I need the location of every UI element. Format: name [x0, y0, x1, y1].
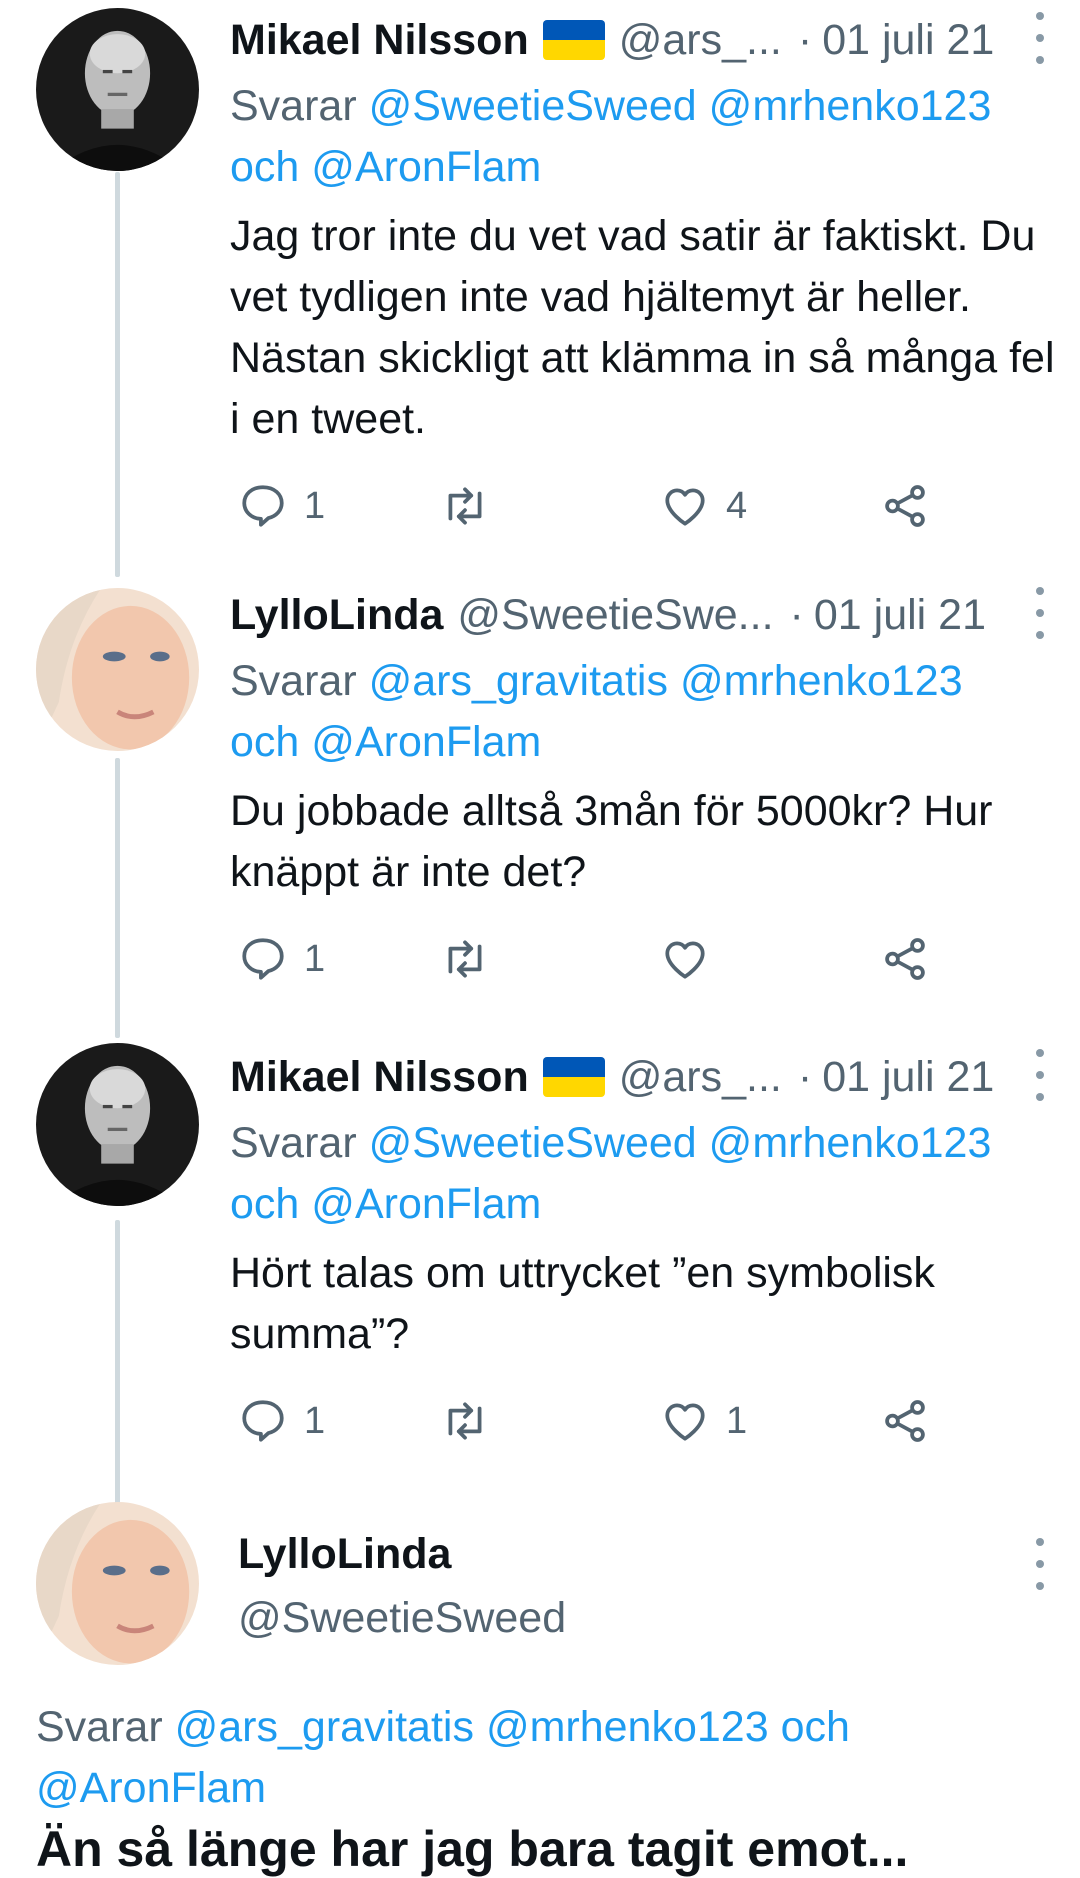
- retweet-icon: [448, 487, 482, 525]
- avatar-man-image: [36, 1043, 199, 1206]
- share-icon: [885, 938, 925, 980]
- share-button[interactable]: [880, 929, 930, 989]
- tweet[interactable]: Mikael Nilsson @ars_... · 01 juli 21 Sva…: [0, 1037, 1080, 1507]
- reply-button[interactable]: 1: [238, 476, 325, 536]
- reply-context: Svarar @SweetieSweed @mrhenko123 och @Ar…: [230, 76, 1060, 198]
- reply-count: 1: [304, 937, 326, 980]
- author-handle[interactable]: @ars_...: [619, 16, 782, 65]
- reply-icon: [242, 1400, 284, 1442]
- more-icon[interactable]: [1028, 1538, 1052, 1590]
- like-button[interactable]: [660, 929, 726, 989]
- share-button[interactable]: [880, 1391, 930, 1451]
- retweet-button[interactable]: [440, 1391, 506, 1451]
- tweet-text: Hört talas om uttrycket ”en symbolisk su…: [230, 1249, 935, 1358]
- mention-link[interactable]: @mrhenko123: [709, 82, 992, 130]
- mention-link[interactable]: @mrhenko123: [709, 1119, 992, 1167]
- reply-prefix: Svarar: [230, 657, 357, 705]
- more-icon[interactable]: [1028, 1049, 1052, 1101]
- mention-link[interactable]: @AronFlam: [311, 1180, 541, 1228]
- separator-dot: ·: [789, 590, 804, 639]
- mention-link[interactable]: @AronFlam: [36, 1764, 266, 1812]
- mention-link[interactable]: @mrhenko123: [486, 1703, 769, 1751]
- mention-link[interactable]: @SweetieSweed: [369, 1119, 697, 1167]
- ukraine-flag-icon: [542, 1057, 605, 1097]
- avatar-man-image: [36, 8, 199, 171]
- and-word: och: [230, 143, 300, 191]
- action-bar: 1 4: [230, 476, 1060, 536]
- author-handle[interactable]: @ars_...: [619, 1053, 782, 1102]
- author-handle[interactable]: @SweetieSwe...: [457, 591, 773, 640]
- avatar-woman-image: [36, 1502, 199, 1665]
- reply-context: Svarar @ars_gravitatis @mrhenko123 och @…: [36, 1697, 1050, 1819]
- mention-link[interactable]: @AronFlam: [311, 718, 541, 766]
- avatar[interactable]: [36, 1043, 199, 1206]
- mention-link[interactable]: @ars_gravitatis: [175, 1703, 474, 1751]
- reply-count: 1: [304, 484, 326, 527]
- ukraine-flag-icon: [542, 20, 605, 60]
- share-icon: [885, 485, 925, 527]
- action-bar: 1 1: [230, 1391, 1060, 1451]
- and-word: och: [230, 1180, 300, 1228]
- reply-button[interactable]: 1: [238, 929, 325, 989]
- avatar[interactable]: [36, 8, 199, 171]
- tweet-text: Jag tror inte du vet vad satir är faktis…: [230, 212, 1055, 443]
- like-icon: [665, 941, 705, 979]
- reply-button[interactable]: 1: [238, 1391, 325, 1451]
- reply-prefix: Svarar: [230, 1119, 357, 1167]
- share-icon: [885, 1400, 925, 1442]
- and-word: och: [230, 718, 300, 766]
- reply-prefix: Svarar: [36, 1703, 163, 1751]
- author-name[interactable]: LylloLinda: [230, 591, 443, 640]
- avatar[interactable]: [36, 588, 199, 751]
- author-name[interactable]: Mikael Nilsson: [230, 16, 529, 65]
- retweet-button[interactable]: [440, 929, 506, 989]
- reply-icon: [242, 485, 284, 527]
- tweet-date[interactable]: 01 juli 21: [814, 591, 986, 640]
- more-icon[interactable]: [1028, 12, 1052, 64]
- separator-dot: ·: [797, 15, 813, 64]
- like-icon: [665, 1403, 705, 1441]
- like-button[interactable]: 1: [660, 1391, 747, 1451]
- tweet[interactable]: Mikael Nilsson @ars_... · 01 juli 21 Sva…: [0, 0, 1080, 570]
- retweet-icon: [448, 1402, 482, 1440]
- like-icon: [665, 488, 705, 526]
- tweet[interactable]: LylloLinda @SweetieSwe... · 01 juli 21 S…: [0, 575, 1080, 1025]
- reply-icon: [242, 938, 284, 980]
- reply-context: Svarar @ars_gravitatis @mrhenko123 och @…: [230, 651, 1060, 773]
- author-handle[interactable]: @SweetieSweed: [238, 1594, 566, 1643]
- mention-link[interactable]: @mrhenko123: [680, 657, 963, 705]
- avatar[interactable]: [36, 1502, 199, 1665]
- action-bar: 1: [230, 929, 1060, 989]
- more-icon[interactable]: [1028, 587, 1052, 639]
- like-count: 1: [726, 1399, 748, 1442]
- like-button[interactable]: 4: [660, 476, 747, 536]
- share-button[interactable]: [880, 476, 930, 536]
- reply-context: Svarar @SweetieSweed @mrhenko123 och @Ar…: [230, 1113, 1060, 1235]
- retweet-button[interactable]: [440, 476, 506, 536]
- retweet-icon: [448, 940, 482, 978]
- reply-count: 1: [304, 1399, 326, 1442]
- tweet-date[interactable]: 01 juli 21: [822, 1053, 994, 1102]
- separator-dot: ·: [797, 1052, 813, 1101]
- like-count: 4: [726, 484, 748, 527]
- mention-link[interactable]: @AronFlam: [311, 143, 541, 191]
- author-name[interactable]: LylloLinda: [238, 1530, 451, 1579]
- author-name[interactable]: Mikael Nilsson: [230, 1053, 529, 1102]
- mention-link[interactable]: @ars_gravitatis: [369, 657, 668, 705]
- avatar-woman-image: [36, 588, 199, 751]
- and-word: och: [780, 1703, 850, 1751]
- tweet-text-cut-off: Än så länge har jag bara tagit emot...: [36, 1821, 909, 1877]
- focused-tweet[interactable]: LylloLinda @SweetieSweed Svarar @ars_gra…: [0, 1500, 1080, 1877]
- mention-link[interactable]: @SweetieSweed: [369, 82, 697, 130]
- tweet-text: Du jobbade alltså 3mån för 5000kr? Hur k…: [230, 787, 993, 896]
- reply-prefix: Svarar: [230, 82, 357, 130]
- tweet-date[interactable]: 01 juli 21: [822, 16, 994, 65]
